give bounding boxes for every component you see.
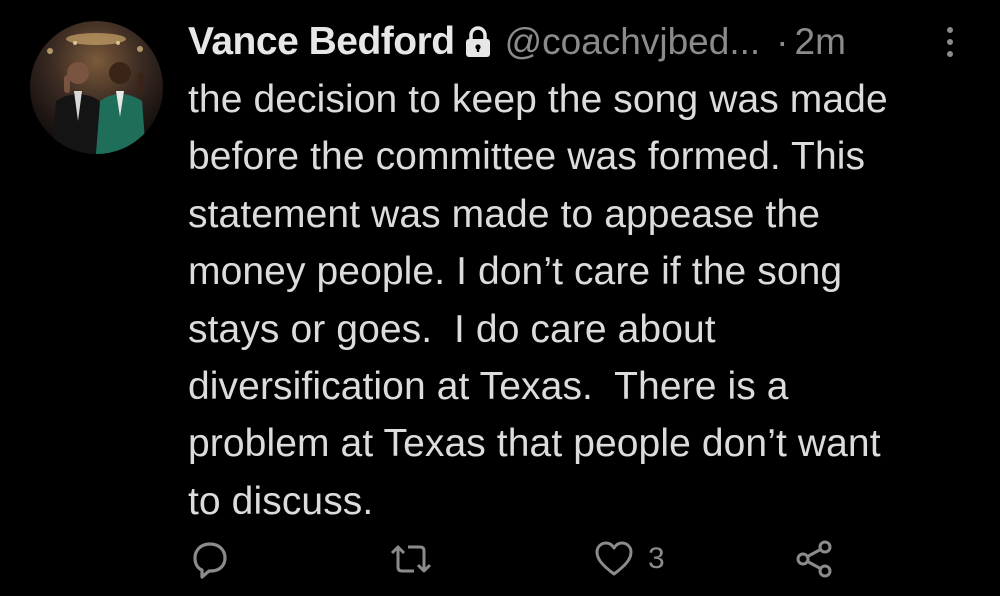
share-icon [796,540,832,578]
tweet-text-line: to discuss. [188,479,374,523]
tweet-text-line: problem at Texas that people don’t want [188,422,881,466]
tweet-text-line: the decision to keep the song was made [188,78,888,121]
reply-icon [193,542,227,579]
retweet-icon [390,545,432,573]
avatar-photo [47,33,146,154]
reply-button[interactable] [190,536,230,582]
avatar[interactable] [30,21,163,154]
like-button[interactable]: 3 [594,536,665,582]
share-button[interactable] [794,536,834,582]
tweet-header: Vance Bedford @coachvjbed... · 2m [188,18,846,66]
tweet-actions: 3 [0,536,1000,582]
more-vertical-icon[interactable] [941,22,959,62]
retweet-button[interactable] [388,536,434,582]
like-count: 3 [648,542,665,575]
separator-dot: · [776,21,789,62]
timestamp[interactable]: 2m [795,21,846,63]
tweet-text-line: stays or goes. I do care about [188,307,716,351]
tweet-text-line: diversification at Texas. There is a [188,365,789,409]
tweet-card[interactable]: Vance Bedford @coachvjbed... · 2m the de… [0,0,1000,596]
tweet-text-line: before the committee was formed. This [188,135,866,179]
tweet-text: the decision to keep the song was made be… [188,71,958,530]
heart-icon [595,541,633,576]
display-name[interactable]: Vance Bedford [188,20,455,64]
tweet-text-line: money people. I don’t care if the song [188,250,843,294]
user-handle[interactable]: @coachvjbed... [505,21,761,63]
tweet-text-line: statement was made to appease the [188,192,821,236]
lock-icon [463,25,493,59]
